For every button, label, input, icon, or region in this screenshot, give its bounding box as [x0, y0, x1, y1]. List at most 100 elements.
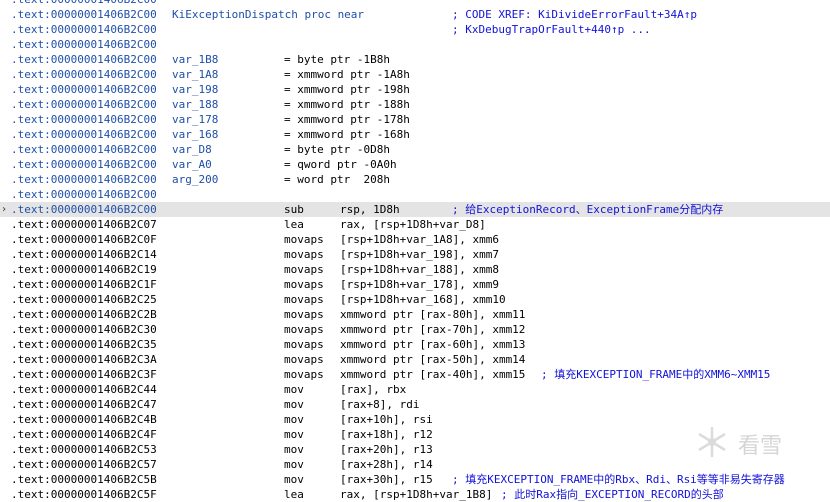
listing-row[interactable]: .text:00000001406B2C30 movaps xmmword ptr …: [0, 322, 830, 337]
listing-row[interactable]: .text:00000001406B2C3A movaps xmmword ptr …: [0, 352, 830, 367]
instruction-operands: [rax+10h], rsi: [340, 413, 433, 426]
current-line-arrow-icon: ›: [1, 204, 8, 215]
line-address: .text:00000001406B2C00: [11, 188, 157, 201]
line-address: .text:00000001406B2C44: [11, 383, 157, 396]
instruction-mnemonic: mov: [284, 383, 304, 396]
listing-row[interactable]: .text:00000001406B2C00: [0, 0, 830, 7]
instruction-mnemonic: mov: [284, 398, 304, 411]
line-address: .text:00000001406B2C00: [11, 158, 157, 171]
instruction-mnemonic: sub: [284, 203, 304, 216]
listing-row[interactable]: .text:00000001406B2C44 mov [rax], rbx: [0, 382, 830, 397]
listing-row[interactable]: .text:00000001406B2C35 movaps xmmword ptr …: [0, 337, 830, 352]
instruction-mnemonic: movaps: [284, 278, 324, 291]
instruction-operands: xmmword ptr [rax-80h], xmm11: [340, 308, 526, 321]
instruction-mnemonic: movaps: [284, 353, 324, 366]
listing-row[interactable]: .text:00000001406B2C00 var_1B8 = byte ptr …: [0, 52, 830, 67]
line-address: .text:00000001406B2C47: [11, 398, 157, 411]
instruction-mnemonic: lea: [284, 488, 304, 501]
line-label: KiExceptionDispatch proc near: [172, 8, 365, 21]
line-address: .text:00000001406B2C25: [11, 293, 157, 306]
var-definition: = xmmword ptr -178h: [284, 113, 410, 126]
listing-row[interactable]: .text:00000001406B2C5B mov [rax+30h], r15;…: [0, 472, 830, 487]
line-address: .text:00000001406B2C3A: [11, 353, 157, 366]
var-definition: = byte ptr -1B8h: [284, 53, 390, 66]
line-address: .text:00000001406B2C00: [11, 23, 157, 36]
instruction-operands: [rax+28h], r14: [340, 458, 433, 471]
line-address: .text:00000001406B2C5B: [11, 473, 157, 486]
listing-row[interactable]: .text:00000001406B2C00: [0, 37, 830, 52]
watermark-text: 看雪: [738, 434, 783, 459]
instruction-mnemonic: mov: [284, 428, 304, 441]
listing-row[interactable]: .text:00000001406B2C0F movaps [rsp+1D8h+va…: [0, 232, 830, 247]
line-address: .text:00000001406B2C35: [11, 338, 157, 351]
line-comment: ; CODE XREF: KiDivideErrorFault+34A↑p: [452, 8, 698, 21]
instruction-operands: rax, [rsp+1D8h+var_1B8]: [340, 488, 493, 501]
listing-row[interactable]: .text:00000001406B2C00 var_168 = xmmword p…: [0, 127, 830, 142]
instruction-operands: [rsp+1D8h+var_1A8], xmm6: [340, 233, 499, 246]
instruction-operands: [rsp+1D8h+var_178], xmm9: [340, 278, 499, 291]
listing-row[interactable]: .text:00000001406B2C14 movaps [rsp+1D8h+va…: [0, 247, 830, 262]
var-definition: = xmmword ptr -188h: [284, 98, 410, 111]
line-comment: ; 给ExceptionRecord、ExceptionFrame分配内存: [452, 203, 724, 216]
instruction-mnemonic: movaps: [284, 248, 324, 261]
line-label: var_1A8: [172, 68, 219, 81]
listing-row[interactable]: .text:00000001406B2C00 arg_200 = word ptr …: [0, 172, 830, 187]
line-address: .text:00000001406B2C53: [11, 443, 157, 456]
instruction-operands: rsp, 1D8h: [340, 203, 400, 216]
listing-row[interactable]: .text:00000001406B2C07 lea rax, [rsp+1D8h+…: [0, 217, 830, 232]
var-definition: = word ptr 208h: [284, 173, 390, 186]
line-address: .text:00000001406B2C14: [11, 248, 157, 261]
line-address: .text:00000001406B2C00: [11, 128, 157, 141]
listing-row[interactable]: .text:00000001406B2C00 var_D8 = byte ptr -…: [0, 142, 830, 157]
instruction-mnemonic: movaps: [284, 368, 324, 381]
instruction-operands: xmmword ptr [rax-50h], xmm14: [340, 353, 526, 366]
line-address: .text:00000001406B2C4B: [11, 413, 157, 426]
var-definition: = byte ptr -0D8h: [284, 143, 390, 156]
snowflake-logo-icon: [698, 427, 726, 457]
var-definition: = xmmword ptr -168h: [284, 128, 410, 141]
listing-row[interactable]: .text:00000001406B2C3F movaps xmmword ptr …: [0, 367, 830, 382]
listing-row[interactable]: .text:00000001406B2C00 KiExceptionDispatc…: [0, 7, 830, 22]
line-address: .text:00000001406B2C19: [11, 263, 157, 276]
listing-row[interactable]: .text:00000001406B2C25 movaps [rsp+1D8h+va…: [0, 292, 830, 307]
instruction-operands: [rax+8], rdi: [340, 398, 420, 411]
listing-row[interactable]: .text:00000001406B2C5F lea rax, [rsp+1D8h+…: [0, 487, 830, 502]
line-address: .text:00000001406B2C00: [11, 173, 157, 186]
instruction-operands: [rax+18h], r12: [340, 428, 433, 441]
line-address: .text:00000001406B2C00: [11, 143, 157, 156]
line-label: var_A0: [172, 158, 212, 171]
listing-row[interactable]: .text:00000001406B2C00: [0, 187, 830, 202]
instruction-mnemonic: mov: [284, 443, 304, 456]
listing-row[interactable]: .text:00000001406B2C00 var_188 = xmmword p…: [0, 97, 830, 112]
instruction-operands: xmmword ptr [rax-70h], xmm12: [340, 323, 526, 336]
line-label: var_198: [172, 83, 219, 96]
listing-row[interactable]: › .text:00000001406B2C00 sub rsp, 1D8h ; 给Ex…: [0, 202, 830, 217]
instruction-mnemonic: movaps: [284, 323, 324, 336]
instruction-operands: xmmword ptr [rax-60h], xmm13: [340, 338, 526, 351]
line-address: .text:00000001406B2C00: [11, 203, 157, 216]
line-address: .text:00000001406B2C07: [11, 218, 157, 231]
line-comment: ; 此时Rax指向_EXCEPTION_RECORD的头部: [501, 488, 724, 501]
instruction-operands: [rsp+1D8h+var_188], xmm8: [340, 263, 499, 276]
line-comment: ; KxDebugTrapOrFault+440↑p ...: [452, 23, 651, 36]
listing-row[interactable]: .text:00000001406B2C2B movaps xmmword ptr …: [0, 307, 830, 322]
line-comment: ; 填充KEXCEPTION_FRAME中的Rbx、Rdi、Rsi等等非易失寄存…: [452, 473, 785, 486]
listing-row[interactable]: .text:00000001406B2C47 mov [rax+8], rdi: [0, 397, 830, 412]
line-label: var_1B8: [172, 53, 219, 66]
line-label: arg_200: [172, 173, 219, 186]
instruction-mnemonic: mov: [284, 458, 304, 471]
listing-row[interactable]: .text:00000001406B2C00 ; KxDebugTrapOrFau…: [0, 22, 830, 37]
instruction-operands: [rax+30h], r15: [340, 473, 433, 486]
listing-row[interactable]: .text:00000001406B2C00 var_198 = xmmword p…: [0, 82, 830, 97]
instruction-mnemonic: mov: [284, 473, 304, 486]
line-address: .text:00000001406B2C00: [11, 98, 157, 111]
listing-row[interactable]: .text:00000001406B2C00 var_1A8 = xmmword p…: [0, 67, 830, 82]
listing-row[interactable]: .text:00000001406B2C00 var_178 = xmmword p…: [0, 112, 830, 127]
instruction-mnemonic: lea: [284, 218, 304, 231]
line-address: .text:00000001406B2C4F: [11, 428, 157, 441]
listing-row[interactable]: .text:00000001406B2C19 movaps [rsp+1D8h+va…: [0, 262, 830, 277]
line-comment: ; 填充KEXCEPTION_FRAME中的XMM6~XMM15: [541, 368, 771, 381]
listing-row[interactable]: .text:00000001406B2C00 var_A0 = qword ptr …: [0, 157, 830, 172]
line-address: .text:00000001406B2C3F: [11, 368, 157, 381]
listing-row[interactable]: .text:00000001406B2C1F movaps [rsp+1D8h+va…: [0, 277, 830, 292]
